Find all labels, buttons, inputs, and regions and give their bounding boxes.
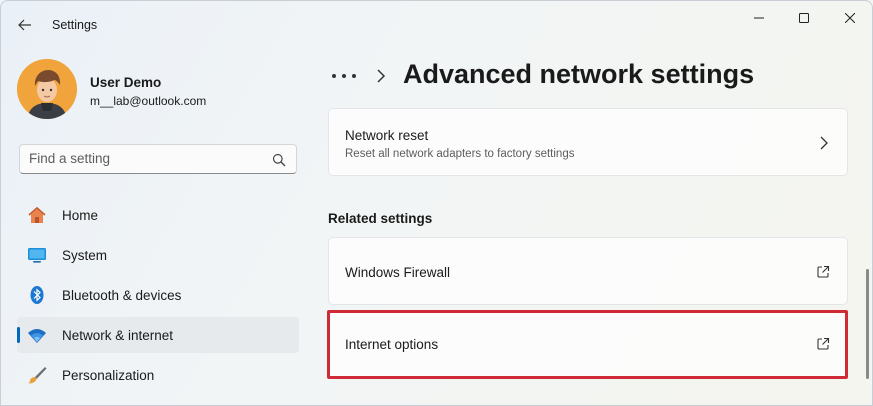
arrow-left-icon [18, 19, 31, 31]
sidebar-item-label: Network & internet [62, 328, 174, 343]
network-reset-subtitle: Reset all network adapters to factory se… [345, 148, 575, 160]
maximize-icon [799, 13, 809, 23]
system-icon [28, 248, 46, 263]
user-name: User Demo [90, 75, 162, 90]
avatar [17, 59, 77, 119]
maximize-button[interactable] [781, 1, 827, 35]
app-title: Settings [52, 18, 98, 32]
minimize-button[interactable] [736, 1, 782, 35]
close-button[interactable] [827, 1, 872, 35]
page-title: Advanced network settings [403, 59, 755, 89]
wifi-icon [28, 329, 46, 343]
sidebar-nav: Home System Bluetooth & devices Network … [17, 197, 299, 397]
scrollbar-thumb[interactable] [866, 269, 869, 379]
user-email: m__lab@outlook.com [90, 94, 207, 108]
internet-options-card[interactable]: Internet options [328, 312, 848, 378]
sidebar-item-home[interactable]: Home [17, 197, 299, 233]
related-settings-heading: Related settings [328, 211, 433, 226]
more-icon[interactable] [331, 71, 357, 81]
home-icon [28, 206, 46, 223]
search-box[interactable] [19, 144, 297, 174]
search-icon[interactable] [272, 153, 286, 167]
sidebar-item-label: Personalization [62, 368, 155, 383]
network-reset-card[interactable]: Network reset Reset all network adapters… [328, 108, 848, 176]
windows-firewall-label: Windows Firewall [345, 265, 451, 280]
back-button[interactable] [13, 13, 37, 37]
minimize-icon [754, 17, 764, 19]
chevron-right-icon [377, 69, 386, 83]
sidebar-item-label: Bluetooth & devices [62, 288, 182, 303]
windows-firewall-card[interactable]: Windows Firewall [328, 237, 848, 305]
network-reset-title: Network reset [345, 128, 429, 143]
external-link-icon [817, 337, 830, 350]
search-input[interactable] [29, 151, 259, 166]
avatar-icon [17, 59, 77, 119]
sidebar-item-system[interactable]: System [17, 237, 299, 273]
sidebar-item-network[interactable]: Network & internet [17, 317, 299, 353]
external-link-icon [817, 265, 830, 278]
chevron-right-icon [820, 136, 828, 150]
sidebar-item-label: Home [62, 208, 99, 223]
sidebar-item-personalization[interactable]: Personalization [17, 357, 299, 393]
sidebar-item-bluetooth[interactable]: Bluetooth & devices [17, 277, 299, 313]
title-bar: Settings [1, 1, 872, 49]
close-icon [845, 13, 855, 23]
sidebar-item-label: System [62, 248, 108, 263]
settings-window: Settings User Demo m__lab@outlook.com Fi… [0, 0, 873, 406]
internet-options-label: Internet options [345, 337, 439, 352]
bluetooth-icon [30, 286, 44, 304]
brush-icon [28, 367, 47, 384]
